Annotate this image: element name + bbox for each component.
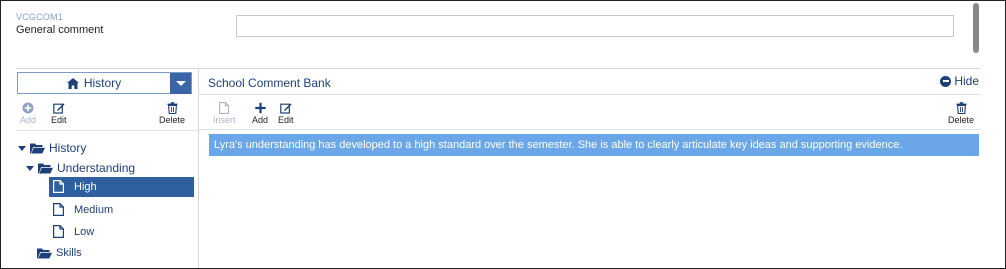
right-header-divider — [199, 94, 981, 95]
folder-open-icon — [38, 163, 53, 174]
left-edit-button[interactable]: Edit — [51, 102, 67, 125]
tree-node-history-label: History — [49, 141, 87, 155]
comment-text: Lyra's understanding has developed to a … — [214, 139, 903, 151]
tree-leaf-high[interactable]: High — [53, 180, 97, 193]
edit-comment-label: Edit — [278, 115, 294, 125]
left-add-label: Add — [20, 115, 37, 125]
field-label: General comment — [16, 24, 104, 36]
history-selector-label: History — [83, 76, 122, 90]
document-icon — [53, 203, 64, 216]
plus-circle-icon — [22, 102, 34, 114]
tree-node-skills[interactable]: Skills — [37, 247, 82, 259]
add-comment-button[interactable]: Add — [252, 102, 268, 125]
trash-icon — [956, 102, 966, 114]
minus-circle-icon — [940, 75, 952, 87]
trash-icon — [167, 102, 177, 114]
left-delete-label: Delete — [159, 115, 186, 125]
pencil-square-icon — [52, 103, 65, 114]
folder-open-icon — [30, 143, 45, 154]
add-comment-label: Add — [252, 115, 269, 125]
plus-icon — [254, 102, 266, 114]
document-icon — [219, 102, 230, 114]
caret-down-icon — [18, 145, 26, 151]
left-toolbar-divider — [16, 130, 199, 131]
history-dropdown-button[interactable] — [170, 72, 191, 94]
tree-leaf-low[interactable]: Low — [53, 225, 94, 238]
left-add-button[interactable]: Add — [20, 102, 36, 125]
insert-button[interactable]: Insert — [213, 102, 236, 125]
left-delete-button[interactable]: Delete — [159, 102, 185, 125]
field-code-label: VCGCOM1 — [16, 12, 63, 22]
tree-node-history[interactable]: History — [18, 141, 86, 155]
delete-comment-button[interactable]: Delete — [948, 102, 974, 125]
comment-category-panel: History Add Edit Delete History Understa… — [16, 68, 199, 268]
tree-node-skills-label: Skills — [56, 247, 82, 259]
tree-leaf-low-label: Low — [74, 225, 95, 238]
scrollbar-thumb[interactable] — [973, 3, 979, 53]
folder-open-icon — [37, 248, 52, 259]
insert-label: Insert — [213, 115, 236, 125]
comment-bank-panel: School Comment Bank Hide Insert Add Edit… — [199, 68, 981, 268]
tree-leaf-medium-label: Medium — [74, 203, 114, 216]
home-icon — [66, 77, 79, 89]
right-toolbar-divider — [199, 129, 981, 130]
comment-list-item[interactable]: Lyra's understanding has developed to a … — [209, 134, 979, 156]
tree-node-understanding-label: Understanding — [57, 161, 136, 175]
delete-comment-label: Delete — [948, 115, 975, 125]
app-window: VCGCOM1 General comment History Add Edit… — [0, 0, 1006, 269]
chevron-down-icon — [175, 80, 186, 86]
hide-button[interactable]: Hide — [940, 74, 979, 88]
general-comment-input[interactable] — [236, 15, 954, 37]
left-edit-label: Edit — [51, 115, 67, 125]
tree-node-understanding[interactable]: Understanding — [26, 161, 135, 175]
tree-leaf-high-label: High — [74, 180, 97, 193]
comment-bank-title: School Comment Bank — [208, 76, 331, 90]
document-icon — [53, 225, 64, 238]
edit-comment-button[interactable]: Edit — [278, 102, 294, 125]
document-icon — [53, 180, 64, 193]
pencil-square-icon — [279, 103, 292, 114]
caret-down-icon — [26, 165, 34, 171]
history-selector[interactable]: History — [17, 72, 192, 94]
hide-label: Hide — [954, 74, 979, 88]
tree-leaf-medium[interactable]: Medium — [53, 203, 113, 216]
